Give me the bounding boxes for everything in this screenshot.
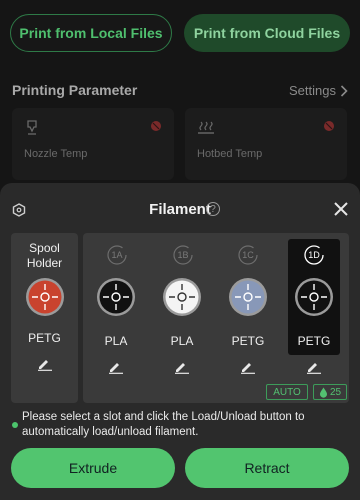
settings-link[interactable]: Settings — [289, 83, 348, 98]
slot-1c-material: PETG — [231, 334, 265, 348]
spool-material-label: PETG — [28, 331, 61, 345]
slot-1c-label: 1C — [236, 243, 260, 267]
slot-1a-text: 1A — [111, 250, 123, 260]
slot-1c-disc[interactable] — [228, 277, 268, 317]
load-unload-instructions: Please select a slot and click the Load/… — [22, 411, 305, 438]
edit-pencil-icon[interactable] — [37, 357, 53, 371]
nozzle-temp-card[interactable]: Nozzle Temp — [12, 108, 174, 180]
auto-badge-label: AUTO — [273, 386, 301, 398]
help-icon[interactable]: ? — [206, 202, 220, 216]
slot-1b-label: 1B — [171, 243, 195, 267]
nozzle-icon — [27, 120, 37, 135]
extrude-button[interactable]: Extrude — [11, 448, 175, 488]
retract-button[interactable]: Retract — [185, 448, 349, 488]
warning-icon — [324, 121, 334, 131]
slot-1b-material: PLA — [170, 334, 194, 348]
edit-pencil-icon[interactable] — [240, 360, 256, 374]
auto-badge[interactable]: AUTO — [266, 384, 308, 400]
slot-1d-material: PETG — [297, 334, 331, 348]
close-icon[interactable] — [334, 202, 348, 216]
edit-pencil-icon[interactable] — [108, 360, 124, 374]
print-cloud-files-label: Print from Cloud Files — [193, 25, 341, 41]
slot-1d-label: 1D — [302, 243, 326, 267]
spool-filament-disc[interactable] — [25, 277, 65, 317]
hotbed-icon — [198, 121, 214, 134]
slot-1d-text: 1D — [308, 250, 320, 260]
slot-1b-text: 1B — [177, 250, 189, 260]
edit-pencil-icon[interactable] — [306, 360, 322, 374]
spool-holder-title-line2: Holder — [26, 256, 63, 270]
slot-1a-label: 1A — [105, 243, 129, 267]
spool-holder-title-line1: Spool — [29, 241, 60, 255]
hotbed-temp-card[interactable]: Hotbed Temp — [185, 108, 347, 180]
humidity-value: 25 — [329, 386, 342, 398]
help-glyph: ? — [210, 203, 216, 215]
nozzle-temp-label: Nozzle Temp — [24, 148, 88, 160]
ams-slots-panel: 1A 1B 1C 1D PLA PLA PETG PETG — [83, 233, 349, 403]
warning-icon — [151, 121, 161, 131]
slot-1a-disc[interactable] — [96, 277, 136, 317]
settings-link-label: Settings — [289, 83, 336, 98]
humidity-drop-icon — [319, 387, 327, 398]
print-local-files-button[interactable]: Print from Local Files — [10, 14, 172, 52]
humidity-badge[interactable]: 25 — [313, 384, 347, 400]
print-cloud-files-button[interactable]: Print from Cloud Files — [184, 14, 350, 52]
printing-parameter-title: Printing Parameter — [12, 82, 138, 98]
info-bullet — [12, 422, 18, 428]
hotbed-temp-label: Hotbed Temp — [197, 148, 263, 160]
spool-holder-title: Spool Holder — [11, 241, 78, 271]
retract-button-label: Retract — [244, 460, 290, 476]
slot-1a-material: PLA — [104, 334, 128, 348]
extrude-button-label: Extrude — [68, 460, 118, 476]
print-local-files-label: Print from Local Files — [19, 25, 163, 41]
chevron-right-icon — [340, 84, 348, 97]
slot-1b-disc[interactable] — [162, 277, 202, 317]
slot-1c-text: 1C — [242, 250, 254, 260]
filament-sheet: Filament ? Spool Holder PETG 1A 1B 1C 1D… — [0, 183, 360, 500]
filament-title: Filament — [149, 201, 211, 218]
edit-pencil-icon[interactable] — [174, 360, 190, 374]
slot-1d-disc[interactable] — [294, 277, 334, 317]
spool-holder-panel[interactable]: Spool Holder PETG — [11, 233, 78, 403]
